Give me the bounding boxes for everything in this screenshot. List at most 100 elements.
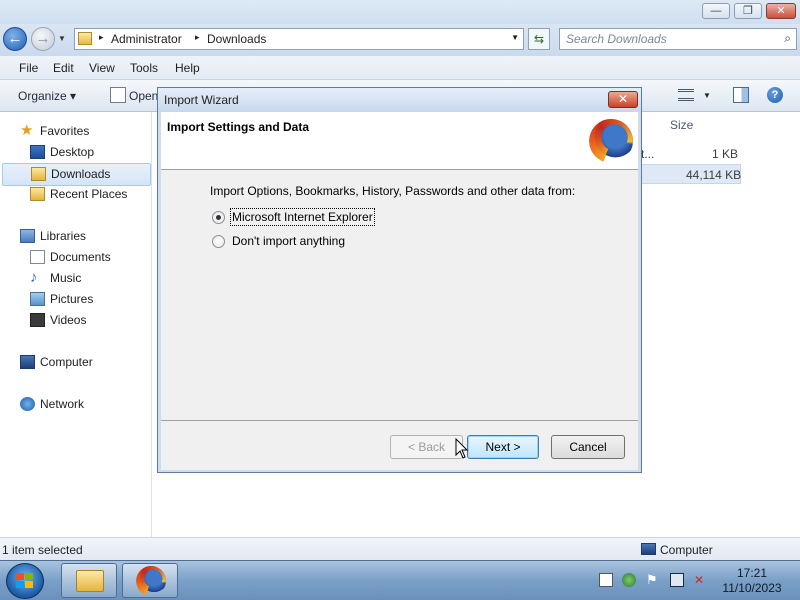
file-size: 44,114 KB	[686, 168, 742, 182]
wizard-footer: < Back Next > Cancel	[161, 420, 638, 470]
menu-file[interactable]: File	[19, 61, 38, 75]
search-placeholder: Search Downloads	[566, 32, 667, 46]
close-button[interactable]: ✕	[766, 3, 796, 19]
folder-icon	[78, 32, 92, 45]
taskbar-firefox[interactable]	[122, 563, 178, 598]
breadcrumb-separator[interactable]: ▸	[99, 32, 104, 43]
nav-label: Music	[50, 271, 82, 285]
dialog-title: Import Wizard	[164, 93, 239, 107]
nav-label: Pictures	[50, 292, 94, 306]
folder-icon	[76, 570, 104, 592]
nav-label: Videos	[50, 313, 87, 327]
back-button[interactable]: ←	[3, 27, 27, 51]
windows-logo-icon	[16, 573, 34, 589]
menu-help[interactable]: Help	[175, 61, 200, 75]
change-view-icon[interactable]	[678, 89, 694, 101]
address-row: ← → ▼ ▸ Administrator ▸ Downloads ▼ ⇆ Se…	[0, 24, 800, 56]
start-button[interactable]	[6, 563, 44, 599]
recent-pages-dropdown[interactable]: ▼	[58, 34, 66, 43]
nav-documents[interactable]: Documents	[30, 247, 140, 268]
dialog-titlebar: Import Wizard ✕	[158, 88, 641, 112]
nav-downloads[interactable]: Downloads	[2, 163, 151, 186]
system-clock[interactable]: 17:21 11/10/2023	[712, 566, 792, 596]
preview-pane-icon[interactable]	[733, 87, 749, 103]
nav-label: Recent Places	[50, 187, 128, 201]
music-note-icon: ♪	[30, 269, 38, 286]
menu-bar: File Edit View Tools Help	[0, 56, 800, 80]
flag-icon[interactable]: ⚑	[646, 573, 660, 587]
option-dont-import-label[interactable]: Don't import anything	[232, 234, 345, 248]
volume-muted-icon[interactable]: ✕	[694, 573, 708, 587]
nav-label: Computer	[40, 355, 93, 369]
nav-favorites[interactable]: ★ Favorites	[20, 121, 140, 142]
clipboard-icon[interactable]	[599, 573, 613, 587]
clock-date: 11/10/2023	[722, 581, 782, 595]
nav-label: Favorites	[40, 124, 90, 138]
chevron-down-icon[interactable]: ▼	[511, 33, 519, 42]
nav-label: Documents	[50, 250, 111, 264]
dialog-close-button[interactable]: ✕	[608, 91, 638, 108]
option-internet-explorer-label[interactable]: Microsoft Internet Explorer	[230, 208, 375, 226]
open-icon	[110, 87, 126, 103]
radio-internet-explorer[interactable]	[212, 211, 225, 224]
breadcrumb-downloads[interactable]: Downloads	[207, 32, 266, 46]
navigation-pane: ★ Favorites Desktop Downloads Recent Pla…	[0, 112, 152, 537]
help-icon[interactable]: ?	[767, 87, 783, 103]
taskbar-explorer[interactable]	[61, 563, 117, 598]
breadcrumb-administrator[interactable]: Administrator	[111, 32, 182, 46]
status-bar: 1 item selected Computer	[0, 537, 800, 560]
menu-edit[interactable]: Edit	[53, 61, 74, 75]
back-arrow-icon: ←	[7, 30, 23, 47]
nav-label: Libraries	[40, 229, 87, 243]
documents-icon	[30, 250, 45, 264]
mouse-cursor-icon	[455, 438, 469, 459]
nav-libraries[interactable]: Libraries	[20, 226, 140, 247]
nav-computer[interactable]: Computer	[20, 352, 140, 373]
forward-button[interactable]: →	[31, 27, 55, 51]
nav-network[interactable]: Network	[20, 394, 140, 415]
radio-dont-import[interactable]	[212, 235, 225, 248]
file-size: 1 KB	[712, 147, 739, 161]
pictures-icon	[30, 292, 45, 306]
desktop-icon	[30, 145, 45, 159]
search-input[interactable]: Search Downloads ⌕	[559, 28, 797, 50]
refresh-icon: ⇆	[533, 32, 545, 46]
address-bar[interactable]: ▸ Administrator ▸ Downloads ▼	[74, 28, 524, 50]
security-icon[interactable]	[622, 573, 636, 587]
firefox-logo-icon	[589, 119, 633, 163]
nav-label: Desktop	[50, 145, 95, 159]
nav-pictures[interactable]: Pictures	[30, 289, 140, 310]
nav-music[interactable]: ♪ Music	[30, 268, 140, 289]
search-icon[interactable]: ⌕	[784, 31, 791, 46]
next-button[interactable]: Next >	[467, 435, 539, 459]
column-header-size[interactable]: Size	[670, 118, 693, 132]
menu-tools[interactable]: Tools	[130, 61, 158, 75]
computer-icon	[641, 543, 656, 555]
file-name-truncated[interactable]: t...	[641, 147, 654, 161]
organize-button[interactable]: Organize ▾	[18, 89, 76, 103]
nav-desktop[interactable]: Desktop	[30, 142, 140, 163]
chevron-down-icon[interactable]: ▼	[703, 91, 711, 100]
cancel-button[interactable]: Cancel	[551, 435, 625, 459]
libraries-icon	[20, 229, 35, 243]
nav-label: Network	[40, 397, 85, 411]
open-button[interactable]: Open	[129, 89, 158, 103]
status-selection: 1 item selected	[2, 543, 83, 557]
minimize-button[interactable]: —	[702, 3, 730, 19]
wizard-page-title: Import Settings and Data	[167, 120, 310, 134]
back-button[interactable]: < Back	[390, 435, 463, 459]
star-icon: ★	[20, 122, 34, 139]
firefox-icon	[136, 566, 166, 596]
network-tray-icon[interactable]	[670, 573, 684, 587]
recent-places-icon	[30, 187, 45, 201]
nav-label: Downloads	[51, 167, 111, 181]
maximize-button[interactable]: ❐	[734, 3, 762, 19]
import-prompt: Import Options, Bookmarks, History, Pass…	[210, 184, 576, 198]
nav-videos[interactable]: Videos	[30, 310, 140, 331]
refresh-button[interactable]: ⇆	[528, 28, 550, 50]
window-titlebar: — ❐ ✕	[0, 0, 800, 24]
breadcrumb-separator[interactable]: ▸	[195, 32, 200, 43]
taskbar: ⚑ ✕ 17:21 11/10/2023	[0, 560, 800, 600]
nav-recent-places[interactable]: Recent Places	[30, 184, 140, 205]
menu-view[interactable]: View	[89, 61, 115, 75]
